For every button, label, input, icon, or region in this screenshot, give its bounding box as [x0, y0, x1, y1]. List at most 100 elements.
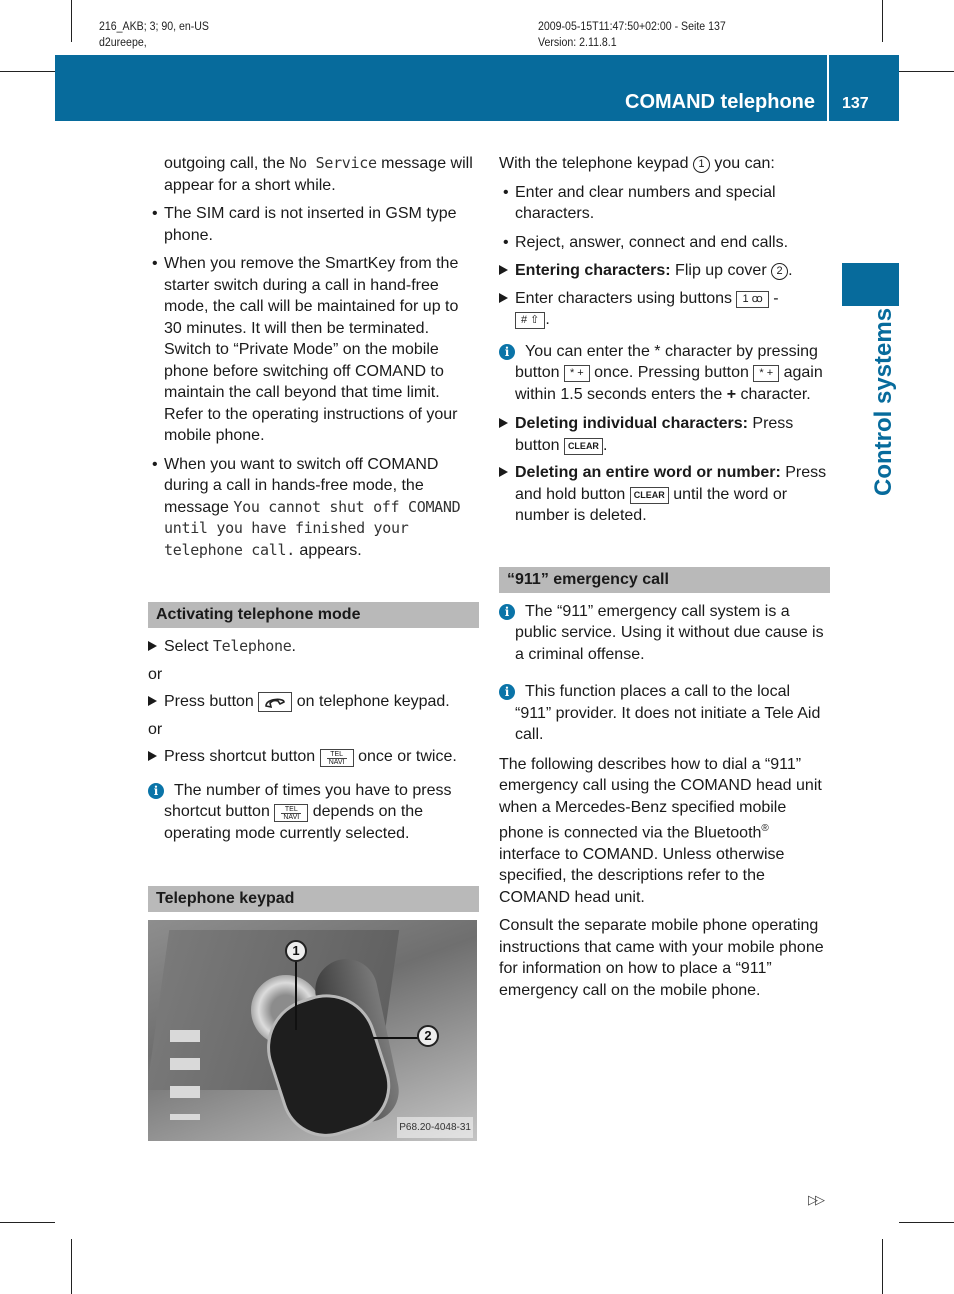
text: .	[291, 638, 296, 655]
text: Select	[164, 638, 213, 655]
info-note: i You can enter the * character by press…	[499, 341, 830, 406]
list-item: • The SIM card is not inserted in GSM ty…	[148, 203, 479, 246]
or-separator: or	[148, 665, 163, 683]
info-text: This function places a call to the local…	[515, 683, 821, 743]
display-message: No Service	[289, 154, 377, 172]
text: Press shortcut button	[164, 748, 320, 765]
info-note: i The “911” emergency call system is a p…	[499, 601, 830, 666]
info-note: i The number of times you have to press …	[148, 780, 479, 845]
step-arrow-icon	[499, 265, 508, 275]
chapter-header: COMAND telephone 137	[55, 55, 899, 121]
right-column: With the telephone keypad 1 you can: • E…	[499, 153, 830, 1008]
step-arrow-icon	[148, 696, 157, 706]
info-icon: i	[499, 684, 515, 700]
step-label: Entering characters:	[515, 262, 671, 279]
list-item-text: When you remove the SmartKey from the st…	[164, 255, 459, 444]
clear-key-icon: CLEAR	[629, 486, 669, 504]
text: outgoing call, the	[164, 155, 290, 172]
step-arrow-icon	[499, 467, 508, 477]
text: -	[768, 289, 779, 307]
list-item: • When you remove the SmartKey from the …	[148, 253, 479, 447]
phone-handset-icon	[258, 692, 293, 712]
bullet-icon: •	[152, 255, 158, 272]
intro-paragraph: outgoing call, the No Service message wi…	[148, 153, 479, 196]
section-heading-keypad: Telephone keypad	[148, 886, 479, 912]
key-star-icon: * +	[563, 365, 590, 382]
crop-mark	[882, 1239, 883, 1294]
header-divider	[827, 55, 829, 121]
info-text: +	[726, 385, 737, 403]
text: Press button	[164, 693, 259, 710]
console-buttons	[170, 1030, 200, 1120]
info-text: The “911” emergency call system is a pub…	[515, 602, 824, 663]
crop-mark	[71, 0, 72, 42]
crop-mark	[0, 1222, 55, 1223]
tel-navi-key-icon: TEL NAVI	[274, 804, 309, 822]
section-heading-911: “911” emergency call	[499, 566, 830, 593]
meta-left-line2: d2ureepe,	[99, 37, 147, 49]
crop-mark	[899, 71, 954, 72]
step-item: Enter characters using buttons 1 ꝏ - # ⇧.	[499, 288, 830, 331]
callout-ref-1: 1	[692, 156, 710, 173]
step-item: Deleting an entire word or number: Press…	[499, 462, 830, 527]
key-label: NAVI	[281, 813, 302, 821]
crop-mark	[882, 0, 883, 42]
key-label: TEL	[284, 806, 298, 813]
step-arrow-icon	[499, 292, 508, 303]
step-label: Deleting individual characters:	[515, 415, 748, 432]
text: .	[545, 311, 550, 328]
crop-mark	[0, 71, 55, 72]
callout-ref-2: 2	[771, 263, 789, 280]
callout-line	[295, 960, 297, 1030]
section-heading-activating: Activating telephone mode	[148, 602, 479, 628]
list-item-text: Reject, answer, connect and end calls.	[515, 233, 789, 251]
clear-key-icon: CLEAR	[563, 437, 603, 455]
meta-right-line2: Version: 2.11.8.1	[538, 37, 617, 49]
bullet-icon: •	[152, 205, 158, 222]
page-number: 137	[842, 95, 869, 112]
print-meta-right: 2009-05-15T11:47:50+02:00 - Seite 137 Ve…	[538, 19, 726, 51]
registered-mark: ®	[761, 823, 769, 834]
text: The following describes how to dial a “9…	[499, 755, 822, 842]
keypad-photo: 1 2 P68.20-4048-31	[148, 920, 477, 1141]
text: .	[788, 262, 793, 279]
text: Flip up cover	[670, 262, 772, 279]
key-label: NAVI	[326, 758, 347, 766]
list-item-text: The SIM card is not inserted in GSM type…	[164, 205, 457, 244]
list-item-text: Enter and clear numbers and special char…	[515, 183, 776, 223]
bullet-icon: •	[152, 455, 158, 473]
step-item: Deleting individual characters: Press bu…	[499, 413, 830, 456]
info-icon: i	[148, 782, 164, 799]
info-icon: i	[499, 343, 515, 360]
continued-arrow-icon: ▷▷	[808, 1192, 825, 1207]
text: With the telephone keypad	[499, 155, 693, 172]
text: .	[602, 436, 608, 454]
crop-mark	[71, 1239, 72, 1294]
info-text: once. Pressing button	[589, 364, 754, 381]
print-meta-left: 216_AKB; 3; 90, en-US d2ureepe,	[99, 19, 209, 51]
chapter-title: COMAND telephone	[625, 91, 815, 113]
list-item: • When you want to switch off COMAND dur…	[148, 454, 479, 562]
info-note: i This function places a call to the loc…	[499, 681, 830, 746]
meta-left-line1: 216_AKB; 3; 90, en-US	[99, 21, 209, 33]
list-item: • Reject, answer, connect and end calls.	[499, 232, 830, 254]
text: Enter characters using buttons	[515, 289, 737, 307]
step-item: Select Telephone.	[148, 636, 479, 658]
step-arrow-icon	[148, 751, 157, 761]
step-item: Press button on telephone keypad.	[148, 691, 479, 713]
step-item: Press shortcut button TEL NAVI once or tw…	[148, 746, 479, 768]
paragraph: Consult the separate mobile phone operat…	[499, 917, 824, 999]
or-separator: or	[148, 720, 163, 738]
step-item: Entering characters: Flip up cover 2.	[499, 260, 830, 282]
text: interface to COMAND. Unless otherwise sp…	[499, 845, 785, 906]
figure-reference: P68.20-4048-31	[397, 1116, 473, 1138]
key-1-icon: 1 ꝏ	[736, 290, 769, 308]
text: on telephone keypad.	[292, 693, 450, 710]
section-thumb-tab	[842, 263, 899, 306]
meta-right-line1: 2009-05-15T11:47:50+02:00 - Seite 137	[538, 21, 726, 33]
info-text: character.	[736, 385, 811, 403]
bullet-icon: •	[503, 183, 509, 201]
bullet-icon: •	[503, 233, 509, 251]
left-column: outgoing call, the No Service message wi…	[148, 153, 479, 1141]
list-item-text: appears.	[294, 541, 362, 559]
